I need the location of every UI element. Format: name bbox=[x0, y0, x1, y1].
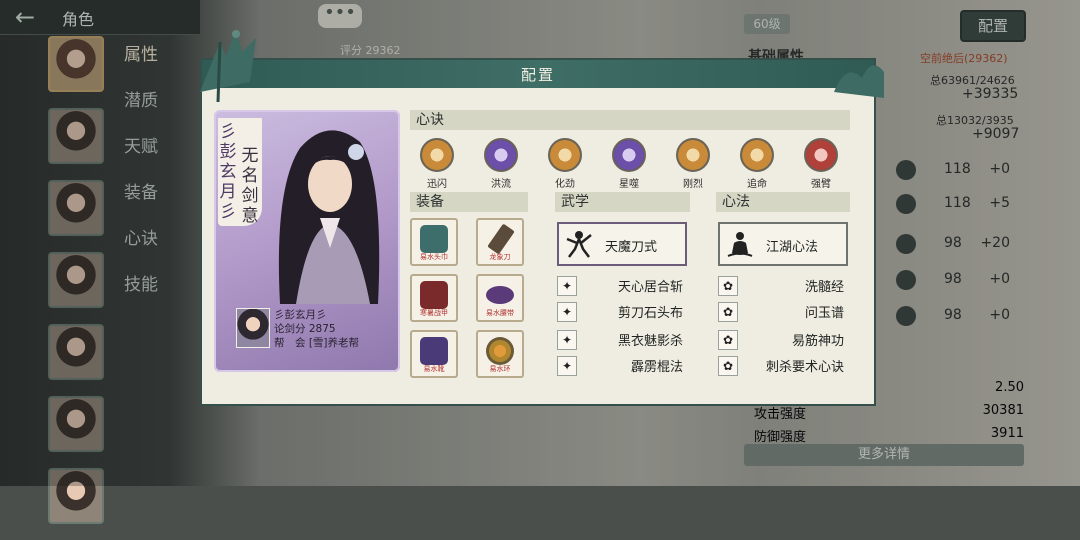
equip-label: 易水靴 bbox=[423, 365, 445, 373]
xinfa-main-slot[interactable]: 江湖心法 bbox=[718, 222, 848, 266]
info-name: 彡彭玄月彡 bbox=[274, 309, 327, 321]
equipment-header: 装备 bbox=[410, 192, 528, 212]
ring-icon bbox=[486, 337, 514, 365]
xinjue-slot[interactable]: 星噬 bbox=[606, 138, 652, 190]
character-info: 彡彭玄月彡 论剑分 2875 帮 会 [雪]养老帮 bbox=[274, 308, 359, 350]
blade-stance-icon bbox=[566, 231, 592, 258]
xinfa-main-name: 江湖心法 bbox=[766, 240, 819, 255]
martial-pose-icon: ✦ bbox=[557, 356, 577, 376]
equip-slot-armor[interactable]: 寒暑战甲 bbox=[410, 274, 458, 322]
xinfa-header: 心法 bbox=[716, 192, 850, 212]
strong-arm-icon bbox=[804, 138, 838, 172]
equip-slot-weapon[interactable]: 龙象刀 bbox=[476, 218, 524, 266]
xinjue-label: 化劲 bbox=[555, 179, 575, 190]
boots-icon bbox=[420, 337, 448, 365]
star-devour-icon bbox=[612, 138, 646, 172]
martial-pose-icon: ✦ bbox=[557, 302, 577, 322]
deflect-icon bbox=[548, 138, 582, 172]
equip-slot-boots[interactable]: 易水靴 bbox=[410, 330, 458, 378]
equip-slot-ring[interactable]: 易水环 bbox=[476, 330, 524, 378]
wuxue-name: 霹雳棍法 bbox=[630, 360, 683, 375]
equip-label: 龙象刀 bbox=[489, 253, 511, 261]
equip-label: 易水环 bbox=[489, 365, 511, 373]
xinfa-name: 问玉谱 bbox=[804, 306, 844, 321]
cloud-ornament-icon bbox=[834, 65, 884, 98]
xinjue-slot[interactable]: 强臂 bbox=[798, 138, 844, 190]
belt-icon bbox=[486, 286, 514, 304]
xinjue-label: 强臂 bbox=[811, 179, 831, 190]
wuxue-item[interactable]: ✦ 黑衣魅影杀 bbox=[557, 330, 689, 352]
xinfa-item[interactable]: ✿ 易筋神功 bbox=[718, 330, 850, 352]
info-rank: 论剑分 2875 bbox=[274, 323, 336, 335]
armor-icon bbox=[420, 281, 448, 309]
xinjue-label: 洪流 bbox=[491, 179, 511, 190]
xinjue-list: 迅闪 洪流 化劲 星噬 刚烈 追命 强臂 bbox=[414, 138, 850, 190]
info-guild: 帮 会 [雪]养老帮 bbox=[274, 337, 360, 349]
meditation-pose-icon: ✿ bbox=[718, 276, 738, 296]
xinjue-slot[interactable]: 迅闪 bbox=[414, 138, 460, 190]
meditation-pose-icon: ✿ bbox=[718, 330, 738, 350]
xinjue-label: 迅闪 bbox=[427, 179, 447, 190]
wuxue-header: 武学 bbox=[555, 192, 690, 212]
pine-ornament-icon bbox=[200, 30, 256, 103]
swift-dodge-icon bbox=[420, 138, 454, 172]
xinjue-slot[interactable]: 化劲 bbox=[542, 138, 588, 190]
wuxue-item[interactable]: ✦ 天心居合斩 bbox=[557, 276, 689, 298]
xinfa-name: 刺杀要术心诀 bbox=[765, 360, 844, 375]
meditation-icon bbox=[727, 232, 753, 257]
character-title-vertical: 无名剑意 bbox=[241, 146, 259, 226]
martial-pose-icon: ✦ bbox=[557, 276, 577, 296]
blade-icon bbox=[487, 223, 515, 255]
character-mini-avatar bbox=[236, 308, 270, 348]
pursuit-icon bbox=[740, 138, 774, 172]
xinjue-header: 心诀 bbox=[410, 110, 850, 130]
wuxue-name: 天心居合斩 bbox=[617, 280, 683, 295]
character-name-vertical: 彡彭玄月彡 bbox=[219, 122, 237, 222]
character-portrait bbox=[278, 130, 380, 304]
martial-pose-icon: ✦ bbox=[557, 330, 577, 350]
xinfa-item[interactable]: ✿ 刺杀要术心诀 bbox=[718, 356, 850, 378]
xinjue-slot[interactable]: 刚烈 bbox=[670, 138, 716, 190]
xinfa-name: 易筋神功 bbox=[791, 334, 844, 349]
equip-slot-belt[interactable]: 易水腰带 bbox=[476, 274, 524, 322]
xinfa-item[interactable]: ✿ 洗髓经 bbox=[718, 276, 850, 298]
equip-label: 寒暑战甲 bbox=[420, 309, 448, 317]
wuxue-item[interactable]: ✦ 霹雳棍法 bbox=[557, 356, 689, 378]
fierce-icon bbox=[676, 138, 710, 172]
wuxue-name: 黑衣魅影杀 bbox=[617, 334, 683, 349]
modal-header: 配置 bbox=[202, 60, 874, 88]
xinjue-label: 星噬 bbox=[619, 179, 639, 190]
equip-label: 易水头巾 bbox=[420, 253, 448, 261]
equip-label: 易水腰带 bbox=[486, 309, 514, 317]
wuxue-name: 剪刀石头布 bbox=[617, 306, 683, 321]
wuxue-item[interactable]: ✦ 剪刀石头布 bbox=[557, 302, 689, 324]
xinjue-label: 刚烈 bbox=[683, 179, 703, 190]
torrent-icon bbox=[484, 138, 518, 172]
modal-title: 配置 bbox=[520, 66, 555, 84]
headband-icon bbox=[420, 225, 448, 253]
xinfa-name: 洗髓经 bbox=[804, 280, 844, 295]
wuxue-main-slot[interactable]: 天魔刀式 bbox=[557, 222, 687, 266]
xinjue-label: 追命 bbox=[747, 179, 767, 190]
xinjue-slot[interactable]: 追命 bbox=[734, 138, 780, 190]
meditation-pose-icon: ✿ bbox=[718, 356, 738, 376]
character-card: 彡彭玄月彡 无名剑意 彡彭玄月彡 论剑分 2875 帮 会 [雪]养老帮 bbox=[214, 110, 400, 372]
wuxue-main-name: 天魔刀式 bbox=[605, 240, 658, 255]
meditation-pose-icon: ✿ bbox=[718, 302, 738, 322]
equip-slot-head[interactable]: 易水头巾 bbox=[410, 218, 458, 266]
xinfa-item[interactable]: ✿ 问玉谱 bbox=[718, 302, 850, 324]
xinjue-slot[interactable]: 洪流 bbox=[478, 138, 524, 190]
